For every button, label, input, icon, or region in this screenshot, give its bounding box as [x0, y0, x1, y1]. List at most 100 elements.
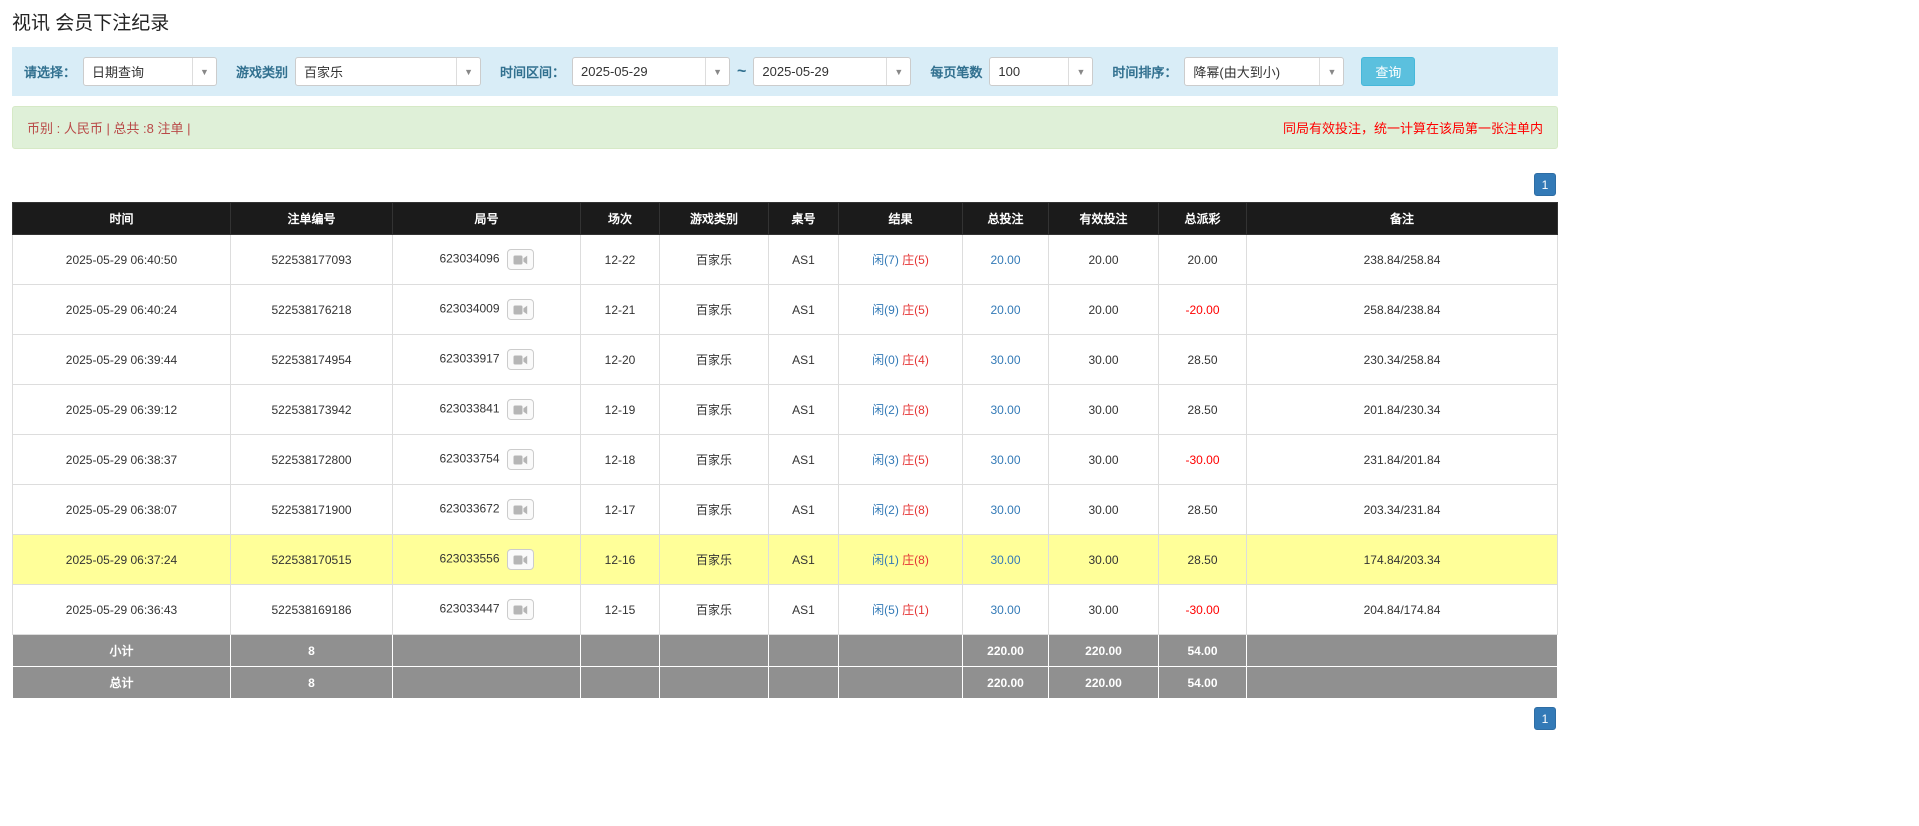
header-table-no: 桌号: [769, 203, 839, 235]
result-banker: 庄(8): [902, 553, 929, 567]
cell-bet-id: 522538176218: [231, 285, 393, 335]
cell-result: 闲(2) 庄(8): [839, 385, 963, 435]
chevron-down-icon[interactable]: ▼: [886, 58, 910, 85]
cell-total-bet: 20.00: [963, 235, 1049, 285]
grand-total-count: 8: [231, 667, 393, 699]
video-replay-icon[interactable]: [507, 549, 534, 570]
header-session: 场次: [581, 203, 660, 235]
result-banker: 庄(5): [902, 453, 929, 467]
total-bet-link[interactable]: 30.00: [990, 453, 1020, 467]
page-size-select[interactable]: 100 ▼: [989, 57, 1093, 86]
table-row: 2025-05-29 06:38:37 522538172800 6230337…: [13, 435, 1558, 485]
chevron-down-icon[interactable]: ▼: [192, 58, 216, 85]
date-from-select[interactable]: 2025-05-29 ▼: [572, 57, 730, 86]
cell-payout: 28.50: [1159, 535, 1247, 585]
subtotal-payout: 54.00: [1159, 635, 1247, 667]
cell-payout: -20.00: [1159, 285, 1247, 335]
cell-bet-id: 522538172800: [231, 435, 393, 485]
date-from-value: 2025-05-29: [573, 58, 705, 85]
cell-game-type: 百家乐: [660, 335, 769, 385]
total-bet-link[interactable]: 30.00: [990, 403, 1020, 417]
date-to-value: 2025-05-29: [754, 58, 886, 85]
chevron-down-icon[interactable]: ▼: [1068, 58, 1092, 85]
page-size-value: 100: [990, 58, 1068, 85]
video-replay-icon[interactable]: [507, 599, 534, 620]
video-replay-icon[interactable]: [507, 499, 534, 520]
video-replay-icon[interactable]: [507, 449, 534, 470]
search-button[interactable]: 查询: [1361, 57, 1415, 86]
cell-payout: 20.00: [1159, 235, 1247, 285]
cell-round-id: 623033754: [393, 435, 581, 485]
total-bet-link[interactable]: 20.00: [990, 303, 1020, 317]
cell-round-id: 623033556: [393, 535, 581, 585]
game-type-select[interactable]: 百家乐 ▼: [295, 57, 481, 86]
cell-time: 2025-05-29 06:38:37: [13, 435, 231, 485]
chevron-down-icon[interactable]: ▼: [705, 58, 729, 85]
sort-order-select[interactable]: 降幂(由大到小) ▼: [1184, 57, 1344, 86]
cell-game-type: 百家乐: [660, 585, 769, 635]
cell-time: 2025-05-29 06:40:24: [13, 285, 231, 335]
cell-payout: 28.50: [1159, 385, 1247, 435]
grand-total-total-bet: 220.00: [963, 667, 1049, 699]
page-1-button[interactable]: 1: [1534, 173, 1556, 196]
cell-round-id: 623033447: [393, 585, 581, 635]
result-player: 闲(0): [872, 353, 899, 367]
cell-total-bet: 30.00: [963, 535, 1049, 585]
cell-game-type: 百家乐: [660, 535, 769, 585]
cell-valid-bet: 30.00: [1049, 335, 1159, 385]
round-id: 623034096: [439, 252, 499, 266]
cell-valid-bet: 20.00: [1049, 235, 1159, 285]
cell-round-id: 623034009: [393, 285, 581, 335]
result-player: 闲(2): [872, 403, 899, 417]
page-title: 视讯 会员下注纪录: [12, 8, 1558, 35]
header-total-bet: 总投注: [963, 203, 1049, 235]
round-id: 623033447: [439, 602, 499, 616]
grand-total-row: 总计 8 220.00 220.00 54.00: [13, 667, 1558, 699]
video-replay-icon[interactable]: [507, 299, 534, 320]
subtotal-count: 8: [231, 635, 393, 667]
records-table: 时间 注单编号 局号 场次 游戏类别 桌号 结果 总投注 有效投注 总派彩 备注…: [12, 202, 1558, 699]
total-bet-link[interactable]: 30.00: [990, 553, 1020, 567]
cell-valid-bet: 30.00: [1049, 535, 1159, 585]
round-id: 623033556: [439, 552, 499, 566]
total-bet-link[interactable]: 20.00: [990, 253, 1020, 267]
result-player: 闲(3): [872, 453, 899, 467]
cell-table-no: AS1: [769, 285, 839, 335]
chevron-down-icon[interactable]: ▼: [1319, 58, 1343, 85]
cell-bet-id: 522538169186: [231, 585, 393, 635]
query-type-select[interactable]: 日期查询 ▼: [83, 57, 217, 86]
total-bet-link[interactable]: 30.00: [990, 503, 1020, 517]
subtotal-row: 小计 8 220.00 220.00 54.00: [13, 635, 1558, 667]
cell-round-id: 623034096: [393, 235, 581, 285]
table-row: 2025-05-29 06:37:24 522538170515 6230335…: [13, 535, 1558, 585]
cell-time: 2025-05-29 06:37:24: [13, 535, 231, 585]
cell-session: 12-20: [581, 335, 660, 385]
cell-payout: 28.50: [1159, 485, 1247, 535]
result-player: 闲(1): [872, 553, 899, 567]
date-separator: ~: [737, 63, 746, 81]
pagination-bottom: 1: [12, 707, 1556, 730]
video-replay-icon[interactable]: [507, 399, 534, 420]
date-to-select[interactable]: 2025-05-29 ▼: [753, 57, 911, 86]
cell-session: 12-15: [581, 585, 660, 635]
result-player: 闲(5): [872, 603, 899, 617]
cell-session: 12-18: [581, 435, 660, 485]
cell-payout: -30.00: [1159, 585, 1247, 635]
total-bet-link[interactable]: 30.00: [990, 603, 1020, 617]
query-type-value: 日期查询: [84, 58, 192, 85]
total-bet-link[interactable]: 30.00: [990, 353, 1020, 367]
page-1-button[interactable]: 1: [1534, 707, 1556, 730]
cell-total-bet: 30.00: [963, 485, 1049, 535]
cell-remark: 230.34/258.84: [1247, 335, 1558, 385]
video-replay-icon[interactable]: [507, 249, 534, 270]
result-banker: 庄(8): [902, 503, 929, 517]
game-type-value: 百家乐: [296, 58, 456, 85]
chevron-down-icon[interactable]: ▼: [456, 58, 480, 85]
header-remark: 备注: [1247, 203, 1558, 235]
pagination-top: 1: [12, 173, 1556, 196]
video-replay-icon[interactable]: [507, 349, 534, 370]
result-banker: 庄(4): [902, 353, 929, 367]
result-player: 闲(2): [872, 503, 899, 517]
cell-time: 2025-05-29 06:39:12: [13, 385, 231, 435]
cell-table-no: AS1: [769, 385, 839, 435]
